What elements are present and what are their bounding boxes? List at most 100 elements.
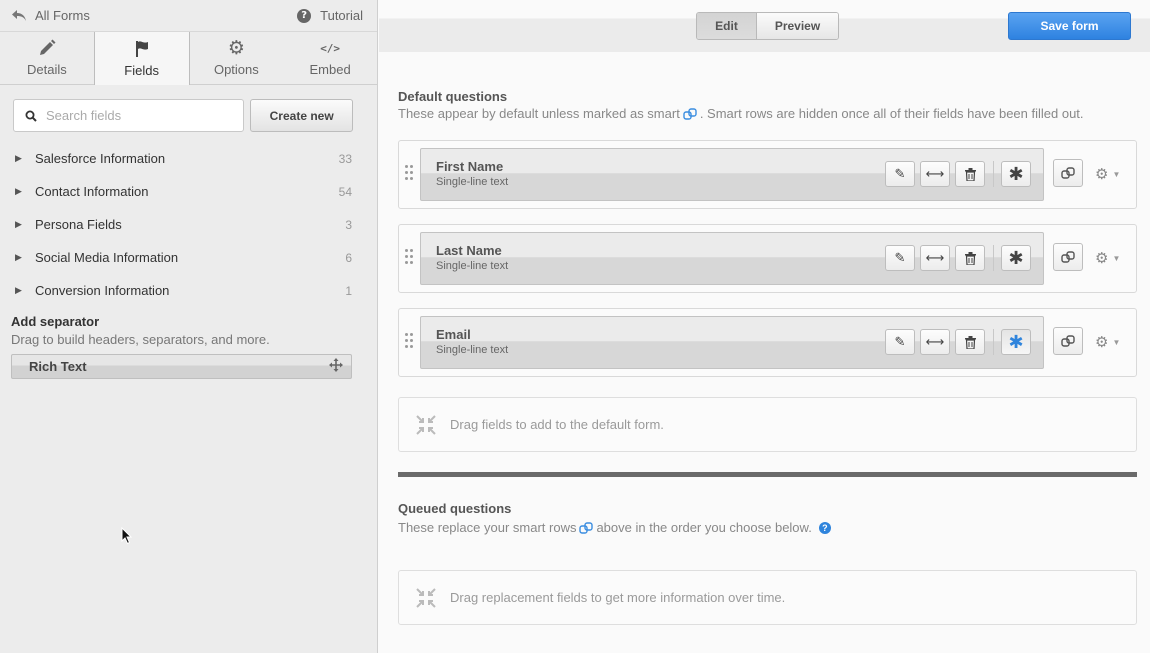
row-settings-menu[interactable]: ⚙ ▼ bbox=[1095, 165, 1120, 183]
expand-triangle-icon: ▶ bbox=[15, 186, 22, 196]
all-forms-link[interactable]: All Forms bbox=[12, 8, 90, 23]
tab-options[interactable]: ⚙ Options bbox=[190, 32, 284, 84]
horizontal-arrows-icon: ⟷ bbox=[925, 334, 945, 350]
field-group-contact[interactable]: ▶ Contact Information 54 bbox=[0, 175, 377, 208]
resize-field-button[interactable]: ⟷ bbox=[920, 329, 950, 355]
drag-handle-icon[interactable] bbox=[405, 249, 415, 267]
horizontal-arrows-icon: ⟷ bbox=[925, 166, 945, 182]
field-group-conversion[interactable]: ▶ Conversion Information 1 bbox=[0, 274, 377, 307]
tab-embed[interactable]: </> Embed bbox=[283, 32, 377, 84]
asterisk-icon: ✱ bbox=[1008, 331, 1024, 353]
tab-fields-label: Fields bbox=[124, 62, 159, 78]
expand-triangle-icon: ▶ bbox=[15, 153, 22, 163]
field-name: Email bbox=[436, 327, 471, 342]
all-forms-label: All Forms bbox=[35, 8, 90, 23]
chevron-down-icon: ▼ bbox=[1112, 169, 1121, 179]
rich-text-item[interactable]: Rich Text bbox=[11, 354, 352, 379]
field-type: Single-line text bbox=[436, 176, 509, 188]
resize-field-button[interactable]: ⟷ bbox=[920, 245, 950, 271]
drag-handle-icon[interactable] bbox=[405, 333, 415, 351]
tab-options-label: Options bbox=[213, 62, 259, 77]
smart-link-icon bbox=[1061, 251, 1075, 263]
pencil-icon bbox=[39, 39, 56, 55]
default-desc-text-end: . Smart rows are hidden once all of thei… bbox=[699, 106, 1084, 121]
edit-field-button[interactable]: ✎ bbox=[885, 329, 915, 355]
question-row-email[interactable]: Email Single-line text ✎ ⟷ ✱ ⚙ ▼ bbox=[398, 308, 1137, 377]
default-questions-description: These appear by default unless marked as… bbox=[398, 106, 1084, 121]
asterisk-icon: ✱ bbox=[1008, 163, 1024, 185]
sidebar-topbar: All Forms ? Tutorial bbox=[0, 0, 377, 31]
trash-icon bbox=[964, 251, 976, 265]
gear-icon: ⚙ bbox=[227, 37, 245, 59]
tab-details-label: Details bbox=[27, 62, 67, 77]
question-row-first-name[interactable]: First Name Single-line text ✎ ⟷ ✱ ⚙ ▼ bbox=[398, 140, 1137, 209]
field-name: Last Name bbox=[436, 243, 502, 258]
compress-icon bbox=[416, 414, 436, 435]
queued-questions-title: Queued questions bbox=[398, 501, 512, 516]
field-box[interactable]: Email Single-line text ✎ ⟷ ✱ bbox=[420, 316, 1044, 369]
row-settings-menu[interactable]: ⚙ ▼ bbox=[1095, 249, 1120, 267]
question-row-last-name[interactable]: Last Name Single-line text ✎ ⟷ ✱ ⚙ ▼ bbox=[398, 224, 1137, 293]
rich-text-label: Rich Text bbox=[29, 359, 87, 374]
group-count: 6 bbox=[345, 250, 352, 265]
group-name: Conversion Information bbox=[35, 283, 170, 298]
tutorial-link[interactable]: ? Tutorial bbox=[297, 8, 363, 23]
edit-field-button[interactable]: ✎ bbox=[885, 245, 915, 271]
edit-field-button[interactable]: ✎ bbox=[885, 161, 915, 187]
field-group-social-media[interactable]: ▶ Social Media Information 6 bbox=[0, 241, 377, 274]
move-icon[interactable] bbox=[329, 358, 343, 375]
dropzone-label: Drag fields to add to the default form. bbox=[450, 417, 664, 432]
required-toggle-button-active[interactable]: ✱ bbox=[1001, 329, 1031, 355]
edit-preview-toggle: Edit Preview bbox=[696, 12, 839, 40]
tab-fields[interactable]: Fields bbox=[93, 32, 190, 85]
delete-field-button[interactable] bbox=[955, 245, 985, 271]
gear-icon: ⚙ bbox=[1095, 249, 1109, 267]
queued-dropzone[interactable]: Drag replacement fields to get more info… bbox=[398, 570, 1137, 625]
drag-handle-icon[interactable] bbox=[405, 165, 415, 183]
create-new-button[interactable]: Create new bbox=[250, 99, 353, 132]
section-divider bbox=[398, 472, 1137, 477]
save-form-button[interactable]: Save form bbox=[1008, 12, 1131, 40]
code-icon: </> bbox=[320, 41, 341, 55]
field-name: First Name bbox=[436, 159, 504, 174]
chevron-down-icon: ▼ bbox=[1112, 253, 1121, 263]
queued-desc-text-start: These replace your smart rows bbox=[398, 520, 577, 535]
row-settings-menu[interactable]: ⚙ ▼ bbox=[1095, 333, 1120, 351]
preview-button[interactable]: Preview bbox=[757, 13, 838, 39]
field-groups: ▶ Salesforce Information 33 ▶ Contact In… bbox=[0, 142, 377, 307]
flag-icon bbox=[135, 40, 148, 57]
group-count: 33 bbox=[338, 151, 352, 166]
default-form-dropzone[interactable]: Drag fields to add to the default form. bbox=[398, 397, 1137, 452]
separator-description: Drag to build headers, separators, and m… bbox=[11, 332, 270, 347]
info-icon[interactable]: ? bbox=[818, 521, 831, 534]
smart-row-button[interactable] bbox=[1053, 327, 1083, 355]
smart-row-button[interactable] bbox=[1053, 243, 1083, 271]
gear-icon: ⚙ bbox=[1095, 333, 1109, 351]
required-toggle-button[interactable]: ✱ bbox=[1001, 161, 1031, 187]
field-group-salesforce[interactable]: ▶ Salesforce Information 33 bbox=[0, 142, 377, 175]
edit-button[interactable]: Edit bbox=[697, 13, 757, 39]
required-toggle-button[interactable]: ✱ bbox=[1001, 245, 1031, 271]
group-name: Salesforce Information bbox=[35, 151, 166, 166]
sidebar-tabs: Details Fields ⚙ Options </> Embed bbox=[0, 31, 377, 85]
sidebar: All Forms ? Tutorial Details Fields ⚙ Op… bbox=[0, 0, 378, 653]
field-box[interactable]: First Name Single-line text ✎ ⟷ ✱ bbox=[420, 148, 1044, 201]
delete-field-button[interactable] bbox=[955, 161, 985, 187]
field-box[interactable]: Last Name Single-line text ✎ ⟷ ✱ bbox=[420, 232, 1044, 285]
smart-link-icon bbox=[683, 107, 697, 120]
field-group-persona[interactable]: ▶ Persona Fields 3 bbox=[0, 208, 377, 241]
smart-row-button[interactable] bbox=[1053, 159, 1083, 187]
resize-field-button[interactable]: ⟷ bbox=[920, 161, 950, 187]
search-box[interactable] bbox=[13, 99, 245, 132]
tab-details[interactable]: Details bbox=[0, 32, 94, 84]
search-input[interactable] bbox=[46, 108, 226, 123]
tab-embed-label: Embed bbox=[309, 62, 351, 77]
queued-questions-description: These replace your smart rows above in t… bbox=[398, 520, 831, 535]
group-count: 54 bbox=[338, 184, 352, 199]
expand-triangle-icon: ▶ bbox=[15, 252, 22, 262]
smart-link-icon bbox=[1061, 335, 1075, 347]
delete-field-button[interactable] bbox=[955, 329, 985, 355]
group-count: 3 bbox=[345, 217, 352, 232]
search-icon bbox=[25, 110, 37, 122]
trash-icon bbox=[964, 335, 976, 349]
